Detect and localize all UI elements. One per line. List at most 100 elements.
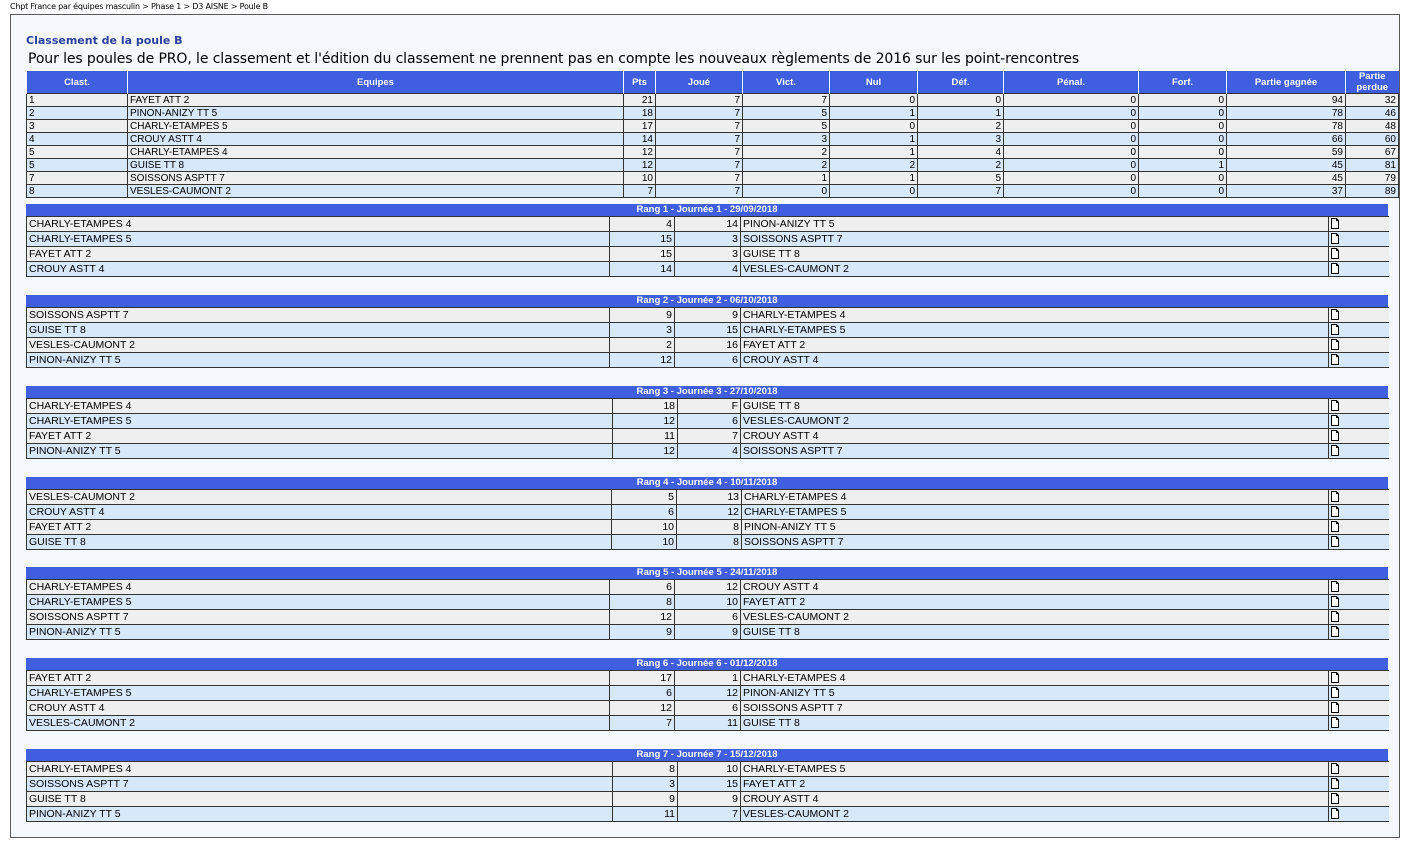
- home-team-cell: CHARLY-ETAMPES 4: [26, 398, 613, 414]
- match-sheet-cell[interactable]: [1328, 307, 1389, 323]
- document-icon[interactable]: [1331, 717, 1339, 729]
- document-icon[interactable]: [1331, 506, 1339, 518]
- match-sheet-cell[interactable]: [1328, 609, 1389, 625]
- document-icon[interactable]: [1331, 793, 1339, 805]
- document-icon[interactable]: [1331, 778, 1339, 790]
- document-icon[interactable]: [1331, 309, 1339, 321]
- match-sheet-cell[interactable]: [1328, 791, 1389, 807]
- match-row: GUISE TT 8 3 15 CHARLY-ETAMPES 5: [26, 322, 1389, 338]
- standings-column-header: Pénal.: [1003, 71, 1139, 94]
- standings-row: 7 SOISSONS ASPTT 7 10 7 1 1 5 0 0 45 79: [26, 171, 1399, 185]
- document-icon[interactable]: [1331, 248, 1339, 260]
- away-team-cell: CHARLY-ETAMPES 4: [740, 670, 1329, 686]
- standings-column-header: Pts: [623, 71, 656, 94]
- document-icon[interactable]: [1331, 233, 1339, 245]
- standings-cell: 12: [623, 145, 656, 159]
- match-sheet-cell[interactable]: [1328, 246, 1389, 262]
- match-sheet-cell[interactable]: [1328, 216, 1389, 232]
- document-icon[interactable]: [1331, 808, 1339, 820]
- document-icon[interactable]: [1331, 263, 1339, 275]
- standings-cell: 7: [655, 119, 743, 133]
- match-sheet-cell[interactable]: [1328, 685, 1389, 701]
- match-sheet-cell[interactable]: [1328, 231, 1389, 247]
- match-sheet-cell[interactable]: [1328, 715, 1389, 731]
- away-team-cell: CROUY ASTT 4: [740, 791, 1329, 807]
- standings-cell: 2: [742, 145, 830, 159]
- document-icon[interactable]: [1331, 626, 1339, 638]
- document-icon[interactable]: [1331, 702, 1339, 714]
- pro-rules-note: Pour les poules de PRO, le classement et…: [28, 51, 1080, 67]
- match-sheet-cell[interactable]: [1328, 352, 1389, 368]
- document-icon[interactable]: [1331, 324, 1339, 336]
- match-sheet-cell[interactable]: [1328, 700, 1389, 716]
- away-score-cell: 12: [674, 685, 741, 701]
- round-matches-table: SOISSONS ASPTT 7 9 9 CHARLY-ETAMPES 4 GUISE …: [26, 307, 1389, 368]
- match-sheet-cell[interactable]: [1328, 519, 1389, 535]
- document-icon[interactable]: [1331, 354, 1339, 366]
- match-sheet-cell[interactable]: [1328, 428, 1389, 444]
- standings-cell: 78: [1226, 119, 1346, 133]
- match-sheet-cell[interactable]: [1328, 806, 1389, 822]
- standings-column-header: Partie gagnée: [1226, 71, 1346, 94]
- match-sheet-cell[interactable]: [1328, 489, 1389, 505]
- away-team-cell: VESLES-CAUMONT 2: [740, 413, 1329, 429]
- document-icon[interactable]: [1331, 596, 1339, 608]
- match-sheet-cell[interactable]: [1328, 670, 1389, 686]
- standings-cell: 1: [742, 171, 830, 185]
- match-sheet-cell[interactable]: [1328, 776, 1389, 792]
- away-score-cell: 14: [674, 216, 741, 232]
- home-team-cell: GUISE TT 8: [26, 791, 613, 807]
- document-icon[interactable]: [1331, 521, 1339, 533]
- standings-row: 5 CHARLY-ETAMPES 4 12 7 2 1 4 0 0 59 67: [26, 145, 1399, 159]
- match-sheet-cell[interactable]: [1328, 761, 1389, 777]
- document-icon[interactable]: [1331, 581, 1339, 593]
- home-team-cell: CHARLY-ETAMPES 5: [26, 231, 610, 247]
- document-icon[interactable]: [1331, 536, 1339, 548]
- away-score-cell: 4: [677, 443, 741, 459]
- standings-cell: 1: [26, 93, 128, 107]
- match-sheet-cell[interactable]: [1328, 504, 1389, 520]
- document-icon[interactable]: [1331, 415, 1339, 427]
- away-team-cell: PINON-ANIZY TT 5: [740, 216, 1329, 232]
- document-icon[interactable]: [1331, 445, 1339, 457]
- away-team-cell: GUISE TT 8: [740, 624, 1329, 640]
- match-sheet-cell[interactable]: [1328, 443, 1389, 459]
- document-icon[interactable]: [1331, 339, 1339, 351]
- match-sheet-cell[interactable]: [1328, 322, 1389, 338]
- match-sheet-cell[interactable]: [1328, 534, 1389, 550]
- match-sheet-cell[interactable]: [1328, 398, 1389, 414]
- document-icon[interactable]: [1331, 400, 1339, 412]
- home-score-cell: 10: [611, 519, 677, 535]
- standings-row: 4 CROUY ASTT 4 14 7 3 1 3 0 0 66 60: [26, 132, 1399, 146]
- match-sheet-cell[interactable]: [1328, 261, 1389, 277]
- document-icon[interactable]: [1331, 763, 1339, 775]
- away-score-cell: 12: [676, 504, 742, 520]
- round-title: Rang 2 - Journée 2 - 06/10/2018: [26, 295, 1388, 307]
- home-team-cell: GUISE TT 8: [26, 322, 610, 338]
- match-sheet-cell[interactable]: [1328, 579, 1389, 595]
- standings-cell: 59: [1226, 145, 1346, 159]
- document-icon[interactable]: [1331, 430, 1339, 442]
- document-icon[interactable]: [1331, 491, 1339, 503]
- round-matches-table: CHARLY-ETAMPES 4 4 14 PINON-ANIZY TT 5 CHARL…: [26, 216, 1389, 277]
- home-team-cell: CHARLY-ETAMPES 4: [26, 579, 610, 595]
- standings-cell: 7: [742, 93, 830, 107]
- standings-table: Clast. Equipes Pts Joué Vict. Nul Déf. Pénal. Fo…: [26, 71, 1399, 198]
- document-icon[interactable]: [1331, 611, 1339, 623]
- away-team-cell: GUISE TT 8: [740, 398, 1329, 414]
- match-sheet-cell[interactable]: [1328, 594, 1389, 610]
- match-sheet-cell[interactable]: [1328, 413, 1389, 429]
- standings-cell: 0: [829, 93, 918, 107]
- standings-cell: 2: [917, 158, 1004, 172]
- breadcrumb: Chpt France par équipes masculin > Phase…: [10, 2, 268, 11]
- standings-cell: 37: [1226, 184, 1346, 198]
- standings-cell: 66: [1226, 132, 1346, 146]
- standings-column-header: Partie perdue: [1345, 71, 1399, 94]
- document-icon[interactable]: [1331, 687, 1339, 699]
- document-icon[interactable]: [1331, 672, 1339, 684]
- standings-cell: 0: [1138, 93, 1227, 107]
- away-team-cell: GUISE TT 8: [740, 715, 1329, 731]
- document-icon[interactable]: [1331, 218, 1339, 230]
- match-sheet-cell[interactable]: [1328, 624, 1389, 640]
- match-sheet-cell[interactable]: [1328, 337, 1389, 353]
